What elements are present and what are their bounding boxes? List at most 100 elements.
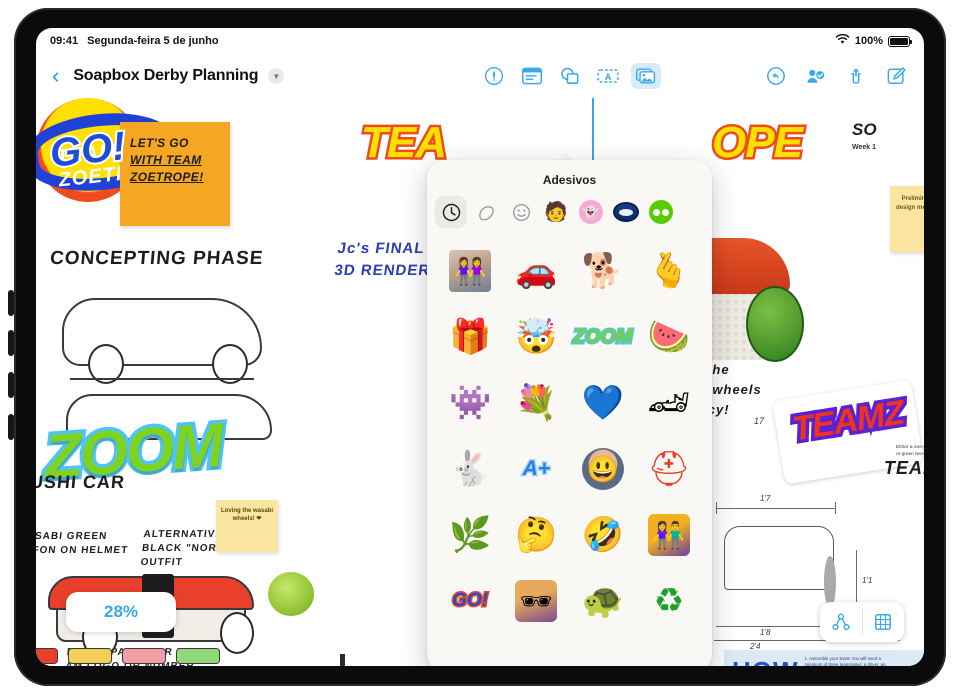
sticky-note-tool[interactable] [517, 63, 547, 89]
sticker-rabbit[interactable]: 🐇 [437, 436, 503, 502]
sticker-blue-heart-glyph: 💙 [581, 384, 624, 422]
right-tool-group [762, 64, 912, 88]
sticker-a-plus-text: A+ [521, 456, 551, 482]
sticker-photo-person-sunglasses-image: 🕶 [515, 580, 558, 622]
collaborate-button[interactable] [804, 64, 828, 88]
sticker-monster-mouth[interactable]: 👾 [437, 370, 503, 436]
sticker-photo-two-friends-image: 👫 [647, 514, 690, 556]
sticker-go-wordart-text: GO! [451, 589, 490, 613]
live-stickers-category[interactable] [470, 196, 502, 228]
memoji-category[interactable]: 🧑 [540, 196, 572, 228]
page-title: Soapbox Derby Planning [73, 67, 259, 84]
note-line-1: LET'S GO [130, 136, 189, 150]
undo-button[interactable] [764, 64, 788, 88]
sticker-zoom-wordart-text: ZOOM [571, 324, 634, 349]
chevron-left-icon[interactable]: ‹ [48, 65, 63, 87]
flyer-step-1: 1. Assemble your team! You will need a m… [804, 656, 886, 666]
sticker-memoji-mind-blown[interactable]: 🤯 [503, 304, 569, 370]
how-to-enter-flyer[interactable]: HOW 1. Assemble your team! You will need… [724, 650, 924, 666]
zoom-level-indicator[interactable]: 28% [66, 592, 176, 632]
sticker-flaming-race-car-glyph: 🏎 [647, 384, 691, 422]
swatch-green[interactable] [176, 648, 220, 664]
stickers-panel[interactable]: Adesivos 🧑 👻 👭 🚗 🐕 🫰 🎁 🤯 ZOOM 🍉 👾 💐 💙 🏎 … [427, 160, 712, 666]
sticker-pack-blue-category[interactable] [610, 196, 642, 228]
wifi-icon [835, 33, 850, 48]
seat-outline [724, 526, 834, 590]
sticker-tortoise[interactable]: 🐢 [570, 568, 636, 634]
media-stickers-tool[interactable] [631, 63, 661, 89]
status-bar: 09:41 Segunda-feira 5 de junho 100% [36, 28, 924, 54]
sticker-rolling-on-floor-laughing[interactable]: 🤣 [570, 502, 636, 568]
sticker-dog-standing-glyph: 🐕 [581, 252, 624, 290]
note-preliminary-right[interactable]: Preliminary design meeting [890, 186, 924, 252]
dim-label-5: 17 [754, 416, 765, 426]
connectors-button[interactable] [820, 612, 862, 632]
sticker-gift-box-glyph: 🎁 [448, 318, 492, 356]
grid-layout-button[interactable] [863, 612, 905, 632]
sticker-red-helmet-glyph: ⛑ [647, 450, 691, 488]
sticker-go-wordart[interactable]: GO! [437, 568, 503, 634]
sticker-monstera-leaf-glyph: 🌿 [448, 516, 492, 554]
volume-up-button[interactable] [8, 290, 14, 316]
ipad-device: 09:41 Segunda-feira 5 de junho 100% ‹ So… [0, 0, 960, 694]
chevron-down-icon[interactable]: ▼ [268, 68, 285, 84]
sticker-photo-two-people[interactable]: 👭 [437, 238, 503, 304]
sticker-flower-bouquet[interactable]: 💐 [503, 370, 569, 436]
sticker-photo-two-people-image: 👭 [449, 250, 492, 292]
status-time: 09:41 [50, 35, 79, 47]
sticker-watermelon[interactable]: 🍉 [636, 304, 702, 370]
note-loving-wasabi-wheels[interactable]: Loving the wasabi wheels! ❤ [216, 500, 278, 552]
volume-down-button[interactable] [8, 330, 14, 356]
sticker-pack-pink-category[interactable]: 👻 [575, 196, 607, 228]
sticker-heart-hands[interactable]: 🫰 [636, 238, 702, 304]
sticker-photo-person-sunglasses[interactable]: 🕶 [503, 568, 569, 634]
sticker-red-car[interactable]: 🚗 [503, 238, 569, 304]
sticker-red-helmet[interactable]: ⛑ [636, 436, 702, 502]
sticker-blue-heart[interactable]: 💙 [570, 370, 636, 436]
emoji-category[interactable] [505, 196, 537, 228]
wordart-go-text: GO! [46, 122, 130, 178]
shapes-tool[interactable] [555, 63, 585, 89]
sticker-pack-green-category[interactable] [645, 196, 677, 228]
sticker-recycling-symbol[interactable]: ♻ [636, 568, 702, 634]
sticker-memoji-thinking-girl[interactable]: 🤔 [503, 502, 569, 568]
memoji-head-icon: 🧑 [544, 201, 568, 223]
sticker-a-plus-grade[interactable]: A+ [503, 436, 569, 502]
recents-category[interactable] [435, 196, 467, 228]
document-card-soapbox[interactable]: SO Week 1 Preliminary design meeting [848, 98, 924, 338]
document-card-body: Either a one-piece with a wasabi hat or … [896, 445, 924, 457]
markup-pen-tool[interactable] [479, 63, 509, 89]
sticker-dog-standing[interactable]: 🐕 [570, 238, 636, 304]
stickers-category-bar: 🧑 👻 [427, 196, 712, 236]
flyer-line-1: HOW [732, 656, 799, 666]
share-button[interactable] [844, 64, 868, 88]
wheel-side-view [824, 556, 836, 608]
sticker-flaming-race-car[interactable]: 🏎 [636, 370, 702, 436]
side-button[interactable] [8, 372, 14, 398]
swatch-red[interactable] [36, 648, 58, 664]
status-date: Segunda-feira 5 de junho [87, 35, 219, 47]
sticker-rofl-glyph: 🤣 [581, 516, 624, 554]
sticker-monster-mouth-glyph: 👾 [448, 384, 492, 422]
sticker-photo-two-friends[interactable]: 👫 [636, 502, 702, 568]
dim-label-2: 1'1 [862, 576, 873, 585]
pink-circle-sticker-icon: 👻 [579, 200, 603, 224]
dim-label-1: 1'7 [760, 494, 771, 503]
compose-button[interactable] [884, 64, 908, 88]
stand-post [340, 654, 345, 666]
swatch-yellow[interactable] [68, 648, 112, 664]
label-team-right: TEAM [884, 458, 924, 478]
text-box-tool[interactable]: A [593, 63, 623, 89]
whiteboard-canvas[interactable]: TEAM ZOETROPE LET'S GO WITH TEAM ZOETROP… [36, 98, 924, 666]
big-sushi-wasabi-wheel [746, 286, 804, 362]
green-owl-sticker-icon [649, 200, 673, 224]
battery-percent-label: 100% [854, 35, 883, 47]
sticker-gift-box[interactable]: 🎁 [437, 304, 503, 370]
swatch-pink[interactable] [122, 648, 166, 664]
note-line-3: ZOETROPE! [130, 170, 204, 184]
sticker-monstera-leaf[interactable]: 🌿 [437, 502, 503, 568]
sticker-photo-child[interactable]: 😃 [570, 436, 636, 502]
sticker-zoom-wordart[interactable]: ZOOM [570, 304, 636, 370]
dim-line [716, 626, 836, 627]
note-lets-go-team-zoetrope[interactable]: LET'S GO WITH TEAM ZOETROPE! [120, 122, 230, 226]
